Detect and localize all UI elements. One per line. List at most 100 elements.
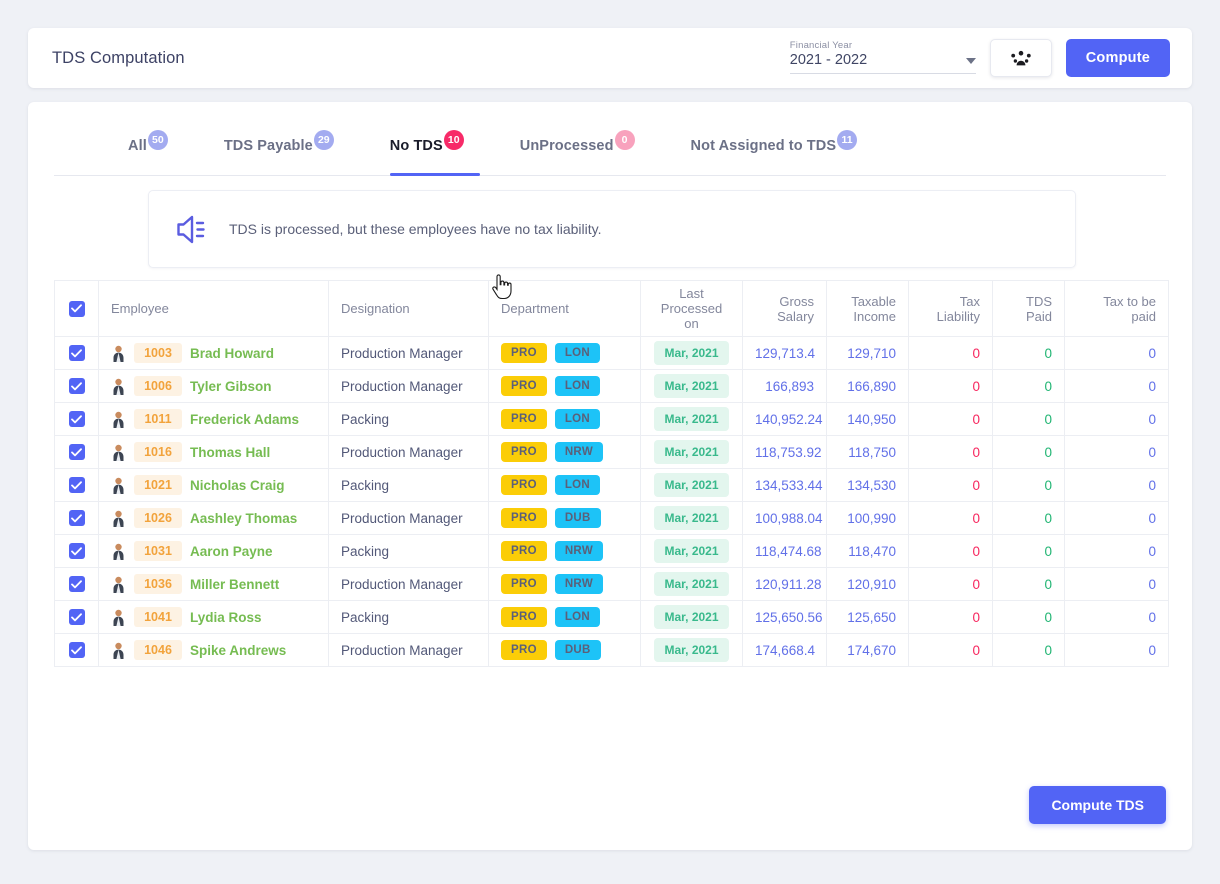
row-select-cell[interactable] <box>55 403 99 436</box>
row-checkbox[interactable] <box>69 477 85 493</box>
employee-id: 1031 <box>134 541 182 561</box>
employee-name[interactable]: Aaron Payne <box>190 544 273 559</box>
avatar-icon <box>111 444 126 461</box>
employee-name[interactable]: Miller Bennett <box>190 577 279 592</box>
table-row[interactable]: 1021Nicholas CraigPackingPROLONMar, 2021… <box>55 469 1169 502</box>
select-all-checkbox[interactable] <box>69 301 85 317</box>
table-row[interactable]: 1006Tyler GibsonProduction ManagerPROLON… <box>55 370 1169 403</box>
tax-to-be-paid-cell: 0 <box>1065 601 1169 634</box>
employee-name[interactable]: Tyler Gibson <box>190 379 272 394</box>
row-checkbox[interactable] <box>69 543 85 559</box>
row-select-cell[interactable] <box>55 370 99 403</box>
tab-tds-payable[interactable]: TDS Payable 29 <box>224 128 334 176</box>
tab-bar: All 50 TDS Payable 29 No TDS 10 UnProces… <box>54 128 1166 176</box>
tds-paid-cell: 0 <box>993 469 1065 502</box>
designation-cell: Production Manager <box>329 568 489 601</box>
designation-cell: Packing <box>329 535 489 568</box>
department-tag: PRO <box>501 409 547 429</box>
tab-badge: 10 <box>444 130 464 150</box>
table-row[interactable]: 1041Lydia RossPackingPROLONMar, 2021125,… <box>55 601 1169 634</box>
row-checkbox[interactable] <box>69 642 85 658</box>
employee-name[interactable]: Brad Howard <box>190 346 274 361</box>
row-checkbox[interactable] <box>69 510 85 526</box>
tab-label: UnProcessed <box>520 128 614 154</box>
employee-group-button[interactable] <box>990 39 1052 77</box>
tds-paid-cell: 0 <box>993 403 1065 436</box>
financial-year-select[interactable]: Financial Year 2021 - 2022 <box>790 40 976 77</box>
gross-salary-cell: 100,988.04 <box>743 502 827 535</box>
row-checkbox[interactable] <box>69 345 85 361</box>
employee-name[interactable]: Aashley Thomas <box>190 511 297 526</box>
compute-tds-button[interactable]: Compute TDS <box>1029 786 1166 824</box>
gross-salary-cell: 129,713.4 <box>743 337 827 370</box>
location-tag: DUB <box>555 640 601 660</box>
row-checkbox[interactable] <box>69 576 85 592</box>
table-row[interactable]: 1031Aaron PaynePackingPRONRWMar, 2021118… <box>55 535 1169 568</box>
employee-cell: 1011Frederick Adams <box>99 403 329 436</box>
tax-to-be-paid-cell: 0 <box>1065 634 1169 667</box>
employee-name[interactable]: Spike Andrews <box>190 643 286 658</box>
table-row[interactable]: 1046Spike AndrewsProduction ManagerPRODU… <box>55 634 1169 667</box>
tds-paid-cell: 0 <box>993 601 1065 634</box>
row-select-cell[interactable] <box>55 634 99 667</box>
tab-label: All <box>128 128 147 154</box>
row-select-cell[interactable] <box>55 601 99 634</box>
table-row[interactable]: 1011Frederick AdamsPackingPROLONMar, 202… <box>55 403 1169 436</box>
tax-to-be-paid-cell: 0 <box>1065 337 1169 370</box>
table-row[interactable]: 1016Thomas HallProduction ManagerPRONRWM… <box>55 436 1169 469</box>
gross-salary-cell: 118,753.92 <box>743 436 827 469</box>
employee-cell: 1003Brad Howard <box>99 337 329 370</box>
header-taxable-income: Taxable Income <box>827 281 909 337</box>
row-checkbox[interactable] <box>69 378 85 394</box>
tab-label: No TDS <box>390 128 443 154</box>
row-checkbox[interactable] <box>69 609 85 625</box>
employee-name[interactable]: Nicholas Craig <box>190 478 285 493</box>
department-tag: PRO <box>501 442 547 462</box>
last-processed-cell: Mar, 2021 <box>641 601 743 634</box>
table-row[interactable]: 1036Miller BennettProduction ManagerPRON… <box>55 568 1169 601</box>
row-select-cell[interactable] <box>55 502 99 535</box>
row-checkbox[interactable] <box>69 411 85 427</box>
table-row[interactable]: 1003Brad HowardProduction ManagerPROLONM… <box>55 337 1169 370</box>
department-cell: PRODUB <box>489 502 641 535</box>
employee-name[interactable]: Thomas Hall <box>190 445 270 460</box>
tab-badge: 29 <box>314 130 334 150</box>
page-header: TDS Computation Financial Year 2021 - 20… <box>28 28 1192 88</box>
employee-cell: 1016Thomas Hall <box>99 436 329 469</box>
tds-table-wrapper: Employee Designation Department Last Pro… <box>54 280 1166 667</box>
row-select-cell[interactable] <box>55 535 99 568</box>
tab-unprocessed[interactable]: UnProcessed 0 <box>520 128 635 176</box>
tab-no-tds[interactable]: No TDS 10 <box>390 128 464 176</box>
tds-paid-cell: 0 <box>993 634 1065 667</box>
table-row[interactable]: 1026Aashley ThomasProduction ManagerPROD… <box>55 502 1169 535</box>
row-select-cell[interactable] <box>55 337 99 370</box>
tds-paid-cell: 0 <box>993 337 1065 370</box>
location-tag: NRW <box>555 541 603 561</box>
tax-liability-cell: 0 <box>909 601 993 634</box>
last-processed-cell: Mar, 2021 <box>641 469 743 502</box>
last-processed-chip: Mar, 2021 <box>654 506 728 530</box>
tds-paid-cell: 0 <box>993 502 1065 535</box>
compute-button[interactable]: Compute <box>1066 39 1170 77</box>
row-checkbox[interactable] <box>69 444 85 460</box>
employee-name[interactable]: Frederick Adams <box>190 412 299 427</box>
last-processed-chip: Mar, 2021 <box>654 638 728 662</box>
avatar-icon <box>111 576 126 593</box>
announcement-speaker-icon <box>175 213 211 245</box>
taxable-income-cell: 129,710 <box>827 337 909 370</box>
employee-id: 1006 <box>134 376 182 396</box>
mouse-cursor-pointer-icon <box>490 274 512 300</box>
row-select-cell[interactable] <box>55 436 99 469</box>
department-cell: PRONRW <box>489 535 641 568</box>
row-select-cell[interactable] <box>55 568 99 601</box>
department-cell: PRONRW <box>489 568 641 601</box>
chevron-down-icon[interactable] <box>966 58 976 64</box>
employee-id: 1026 <box>134 508 182 528</box>
avatar-icon <box>111 477 126 494</box>
tab-not-assigned-to-tds[interactable]: Not Assigned to TDS 11 <box>691 128 858 176</box>
footer-actions: Compute TDS <box>1029 786 1166 824</box>
tab-all[interactable]: All 50 <box>128 128 168 176</box>
location-tag: NRW <box>555 574 603 594</box>
employee-name[interactable]: Lydia Ross <box>190 610 262 625</box>
row-select-cell[interactable] <box>55 469 99 502</box>
